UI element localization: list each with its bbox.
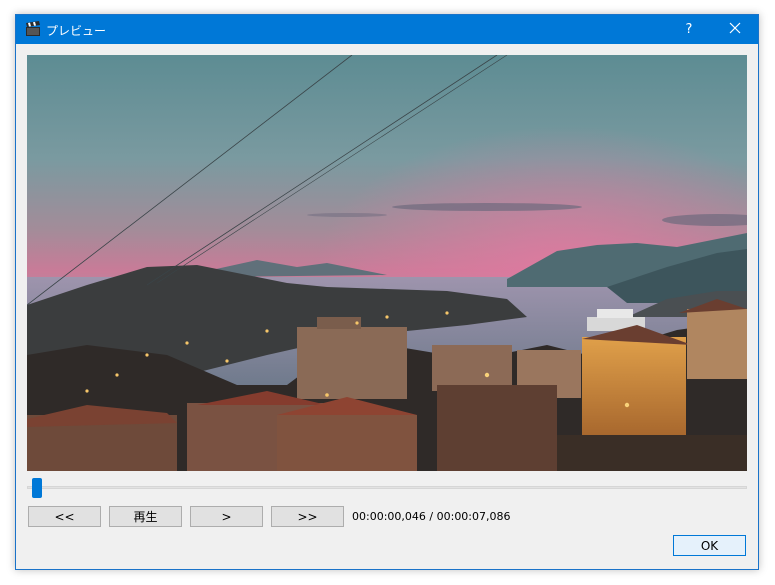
step-forward-label: > [221,509,232,524]
seek-slider-thumb[interactable] [31,478,42,498]
help-label: ? [685,22,693,37]
close-icon [729,22,741,37]
play-button[interactable]: 再生 [109,506,182,527]
time-separator: / [425,510,437,523]
rewind-button[interactable]: << [28,506,101,527]
clapperboard-icon [25,21,41,37]
fast-forward-label: >> [297,509,318,524]
total-time: 00:00:07,086 [436,510,511,523]
video-preview-frame [27,55,747,471]
play-label: 再生 [133,510,158,524]
step-forward-button[interactable]: > [190,506,263,527]
close-button[interactable] [712,15,758,44]
ok-button[interactable]: OK [673,535,746,556]
preview-dialog: プレビュー ? << 再生 > >> 00:00:00,046 / 00:00:… [15,14,759,570]
current-time: 00:00:00,046 [352,510,426,523]
time-readout: 00:00:00,046 / 00:00:07,086 [352,510,511,523]
seek-track[interactable] [27,486,747,489]
fast-forward-button[interactable]: >> [271,506,344,527]
help-button[interactable]: ? [666,15,712,44]
window-title: プレビュー [46,24,107,38]
ok-label: OK [700,538,719,553]
title-bar[interactable]: プレビュー ? [16,15,758,44]
preview-image [27,55,747,471]
rewind-label: << [54,509,75,524]
